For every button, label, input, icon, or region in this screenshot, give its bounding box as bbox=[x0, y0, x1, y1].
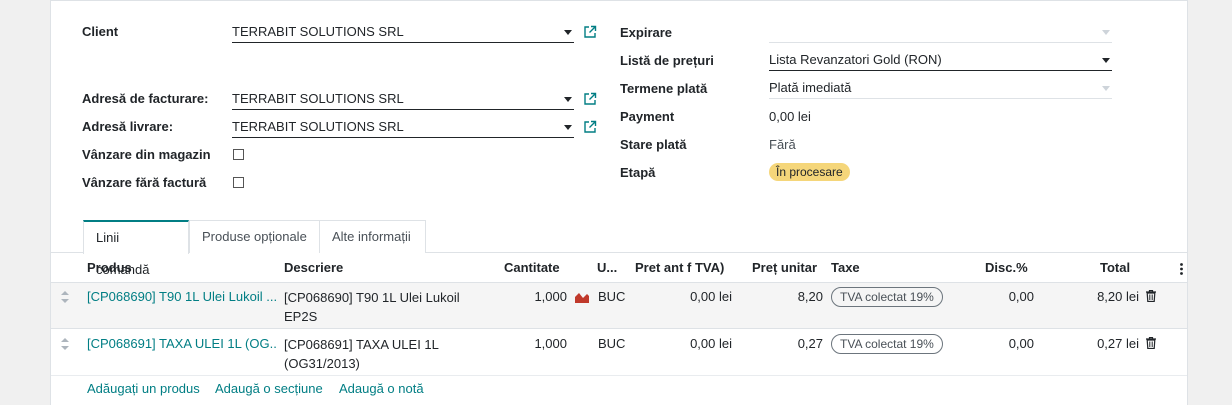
expiration-field[interactable] bbox=[769, 21, 1112, 43]
external-link-icon[interactable] bbox=[583, 120, 597, 134]
col-total[interactable]: Total bbox=[1100, 260, 1130, 275]
table-row[interactable]: [CP068690] T90 1L Ulei Lukoil ... [CP068… bbox=[51, 283, 1187, 329]
payment-state-label: Stare plată bbox=[620, 137, 687, 152]
col-unit-price[interactable]: Preț unitar bbox=[752, 260, 817, 275]
quantity-cell[interactable]: 1,000 bbox=[511, 336, 567, 351]
payment-terms-label: Termene plată bbox=[620, 81, 708, 96]
invoice-address-field[interactable]: TERRABIT SOLUTIONS SRL bbox=[232, 88, 574, 110]
invoice-address-value: TERRABIT SOLUTIONS SRL bbox=[232, 91, 404, 106]
stage-label: Etapă bbox=[620, 165, 656, 180]
no-invoice-sale-checkbox[interactable] bbox=[233, 177, 244, 188]
chevron-down-icon[interactable] bbox=[564, 125, 572, 130]
trash-icon[interactable] bbox=[1146, 337, 1156, 349]
payment-terms-field[interactable]: Plată imediată bbox=[769, 77, 1112, 99]
price-before-vat-cell[interactable]: 0,00 lei bbox=[651, 336, 732, 351]
product-cell[interactable]: [CP068691] TAXA ULEI 1L (OG... bbox=[87, 336, 277, 351]
col-description[interactable]: Descriere bbox=[284, 260, 343, 275]
no-invoice-sale-label: Vânzare fără factură bbox=[82, 175, 207, 190]
delivery-address-label: Adresă livrare: bbox=[82, 119, 174, 134]
stage-badge: În procesare bbox=[769, 163, 850, 181]
store-sale-label: Vânzare din magazin bbox=[82, 147, 211, 162]
add-note-link[interactable]: Adaugă o notă bbox=[339, 381, 424, 396]
tab-label: Alte informații bbox=[332, 229, 411, 244]
trash-icon[interactable] bbox=[1146, 290, 1156, 302]
pricelist-value: Lista Revanzatori Gold (RON) bbox=[769, 52, 942, 67]
chevron-down-icon[interactable] bbox=[1102, 58, 1110, 63]
payment-label: Payment bbox=[620, 109, 675, 124]
description-line: (OG31/2013) bbox=[284, 356, 360, 371]
notebook-tabs: Linii comandă Produse opționale Alte inf… bbox=[51, 219, 1187, 277]
column-options-icon[interactable] bbox=[1180, 263, 1183, 275]
form-sheet: Client TERRABIT SOLUTIONS SRL Adresă de … bbox=[50, 0, 1188, 405]
product-cell[interactable]: [CP068690] T90 1L Ulei Lukoil ... bbox=[87, 289, 277, 304]
chevron-down-icon[interactable] bbox=[564, 30, 572, 35]
forecast-chart-icon[interactable] bbox=[575, 291, 589, 303]
client-label: Client bbox=[82, 24, 119, 39]
delivery-address-value: TERRABIT SOLUTIONS SRL bbox=[232, 119, 404, 134]
payment-state-value: Fără bbox=[769, 137, 796, 152]
description-line: EP2S bbox=[284, 309, 318, 324]
unit-price-cell[interactable]: 8,20 bbox=[751, 289, 823, 304]
discount-cell[interactable]: 0,00 bbox=[971, 289, 1034, 304]
order-lines-header: Produs Descriere Cantitate U... Pret ant… bbox=[51, 254, 1187, 283]
tax-tag[interactable]: TVA colectat 19% bbox=[831, 287, 943, 307]
add-section-link[interactable]: Adaugă o secțiune bbox=[215, 381, 323, 396]
tax-tag[interactable]: TVA colectat 19% bbox=[831, 334, 943, 354]
pricelist-field[interactable]: Lista Revanzatori Gold (RON) bbox=[769, 49, 1112, 71]
payment-value: 0,00 lei bbox=[769, 109, 811, 124]
col-quantity[interactable]: Cantitate bbox=[504, 260, 560, 275]
col-discount[interactable]: Disc.% bbox=[985, 260, 1028, 275]
description-line: [CP068690] T90 1L Ulei Lukoil bbox=[284, 290, 460, 305]
tab-label: Produse opționale bbox=[202, 229, 307, 244]
store-sale-checkbox[interactable] bbox=[233, 149, 244, 160]
total-cell: 0,27 lei bbox=[1097, 336, 1139, 351]
external-link-icon[interactable] bbox=[583, 25, 597, 39]
pricelist-label: Listă de prețuri bbox=[620, 53, 714, 68]
drag-handle-icon[interactable] bbox=[61, 291, 69, 303]
chevron-down-icon[interactable] bbox=[1102, 30, 1110, 35]
tab-optional-products[interactable]: Produse opționale bbox=[189, 220, 320, 253]
description-cell[interactable]: [CP068690] T90 1L Ulei Lukoil EP2S bbox=[284, 288, 494, 326]
external-link-icon[interactable] bbox=[583, 92, 597, 106]
chevron-down-icon[interactable] bbox=[564, 97, 572, 102]
total-cell: 8,20 lei bbox=[1097, 289, 1139, 304]
tab-other-info[interactable]: Alte informații bbox=[319, 220, 426, 253]
quantity-cell[interactable]: 1,000 bbox=[511, 289, 567, 304]
description-line: [CP068691] TAXA ULEI 1L bbox=[284, 337, 439, 352]
add-product-link[interactable]: Adăugați un produs bbox=[87, 381, 200, 396]
client-field[interactable]: TERRABIT SOLUTIONS SRL bbox=[232, 21, 574, 43]
uom-cell[interactable]: BUC bbox=[598, 289, 625, 304]
table-row[interactable]: [CP068691] TAXA ULEI 1L (OG... [CP068691… bbox=[51, 330, 1187, 376]
tab-order-lines[interactable]: Linii comandă bbox=[83, 220, 189, 277]
chevron-down-icon[interactable] bbox=[1102, 86, 1110, 91]
expiration-label: Expirare bbox=[620, 25, 673, 40]
col-price-before-vat[interactable]: Pret ant f TVA) bbox=[635, 260, 724, 275]
description-cell[interactable]: [CP068691] TAXA ULEI 1L (OG31/2013) bbox=[284, 335, 494, 373]
col-uom[interactable]: U... bbox=[597, 260, 617, 275]
invoice-address-label: Adresă de facturare: bbox=[82, 91, 209, 106]
discount-cell[interactable]: 0,00 bbox=[971, 336, 1034, 351]
col-taxes[interactable]: Taxe bbox=[831, 260, 860, 275]
client-value: TERRABIT SOLUTIONS SRL bbox=[232, 24, 404, 39]
delivery-address-field[interactable]: TERRABIT SOLUTIONS SRL bbox=[232, 116, 574, 138]
unit-price-cell[interactable]: 0,27 bbox=[751, 336, 823, 351]
col-product[interactable]: Produs bbox=[87, 260, 132, 275]
drag-handle-icon[interactable] bbox=[61, 338, 69, 350]
payment-terms-value: Plată imediată bbox=[769, 80, 852, 95]
price-before-vat-cell[interactable]: 0,00 lei bbox=[651, 289, 732, 304]
uom-cell[interactable]: BUC bbox=[598, 336, 625, 351]
